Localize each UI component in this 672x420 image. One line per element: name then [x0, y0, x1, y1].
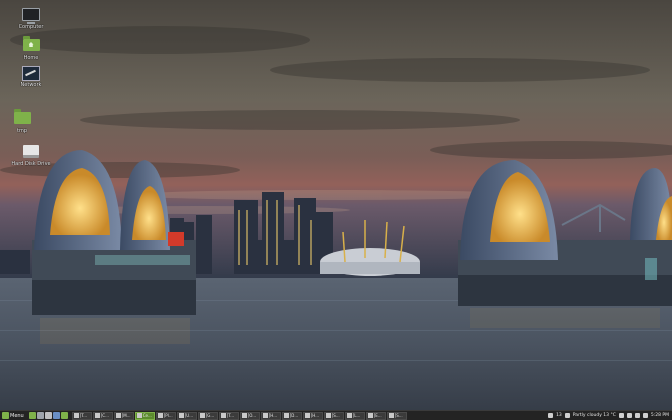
drive-icon: [22, 145, 40, 159]
window-icon: [262, 413, 268, 418]
window-icon: [136, 413, 142, 418]
window-icon: [367, 413, 373, 418]
task-button[interactable]: [T...: [218, 411, 239, 420]
menu-button[interactable]: Menu: [0, 411, 26, 420]
task-button[interactable]: [H...: [302, 411, 323, 420]
window-icon: [220, 413, 226, 418]
task-button[interactable]: [T...: [71, 411, 92, 420]
terminal-launcher-icon[interactable]: [36, 412, 44, 419]
window-icon: [325, 413, 331, 418]
folder-icon: [13, 109, 31, 126]
desktop-icon-home[interactable]: Home: [11, 36, 51, 61]
task-button[interactable]: [M...: [113, 411, 134, 420]
desktop-wallpaper: [0, 0, 672, 410]
network-tray-icon[interactable]: [618, 413, 624, 418]
taskbar: Menu [T... [C... [M... Ce... [Pl... [U..…: [0, 410, 672, 420]
task-label: [T...: [226, 413, 235, 418]
task-label: [U...: [184, 413, 194, 418]
task-label: [L...: [352, 413, 361, 418]
desktop-icon-computer[interactable]: Computer: [11, 8, 51, 30]
window-icon: [94, 413, 100, 418]
task-button[interactable]: [S...: [386, 411, 407, 420]
desktop-icon-label: Hard Disk Drive: [11, 161, 51, 167]
desktop-icon-label: Computer: [18, 24, 44, 30]
files-launcher-icon[interactable]: [44, 412, 52, 419]
weather-icon[interactable]: [564, 413, 570, 418]
clock[interactable]: 5:28 PM: [651, 413, 669, 418]
quick-launch: [28, 412, 68, 419]
task-label: [E...: [373, 413, 382, 418]
task-button-active[interactable]: Ce...: [134, 411, 155, 420]
task-label: [C...: [100, 413, 109, 418]
network-icon: [22, 66, 40, 81]
task-label: [O...: [247, 413, 257, 418]
window-icon: [73, 413, 79, 418]
computer-icon: [22, 8, 40, 22]
task-label: [H...: [268, 413, 278, 418]
task-label: [S...: [331, 413, 340, 418]
window-icon: [157, 413, 163, 418]
window-icon: [304, 413, 310, 418]
window-icon: [283, 413, 289, 418]
task-label: [G...: [205, 413, 215, 418]
task-label: Ce...: [142, 413, 152, 418]
battery-icon[interactable]: [634, 413, 640, 418]
task-button[interactable]: [G...: [197, 411, 218, 420]
browser-launcher-icon[interactable]: [52, 412, 60, 419]
desktop-icon-label: Home: [23, 55, 39, 61]
task-label: [H...: [310, 413, 320, 418]
task-button[interactable]: [U...: [176, 411, 197, 420]
task-label: [M...: [121, 413, 131, 418]
task-button[interactable]: [E...: [365, 411, 386, 420]
window-icon: [388, 413, 394, 418]
desktop-icon-label: tmp: [16, 128, 27, 134]
system-tray: 13 Partly cloudy 13 °C 5:28 PM: [548, 413, 672, 418]
window-list: [T... [C... [M... Ce... [Pl... [U... [G.…: [71, 411, 407, 420]
task-label: [S...: [394, 413, 403, 418]
window-icon: [178, 413, 184, 418]
task-label: [T...: [79, 413, 88, 418]
task-button[interactable]: [H...: [260, 411, 281, 420]
window-icon: [346, 413, 352, 418]
task-label: [D...: [289, 413, 299, 418]
desktop-icon-network[interactable]: Network: [11, 66, 51, 88]
window-icon: [241, 413, 247, 418]
desktop-icon-tmp[interactable]: tmp: [2, 109, 42, 134]
volume-icon[interactable]: [626, 413, 632, 418]
task-button[interactable]: [C...: [92, 411, 113, 420]
workspace-count[interactable]: 13: [556, 413, 562, 418]
task-label: [Pl...: [163, 413, 173, 418]
weather-applet[interactable]: Partly cloudy 13 °C: [573, 413, 616, 418]
folder-launcher-icon[interactable]: [60, 412, 68, 419]
menu-label: Menu: [10, 412, 24, 419]
task-button[interactable]: [S...: [323, 411, 344, 420]
task-button[interactable]: [L...: [344, 411, 365, 420]
desktop-icon-label: Network: [20, 82, 42, 88]
show-desktop-icon[interactable]: [28, 412, 36, 419]
window-icon: [199, 413, 205, 418]
mint-logo-icon: [2, 412, 9, 419]
settings-icon[interactable]: [548, 413, 554, 418]
power-icon[interactable]: [642, 413, 648, 418]
task-button[interactable]: [D...: [281, 411, 302, 420]
home-folder-icon: [22, 36, 40, 53]
window-icon: [115, 413, 121, 418]
desktop-icon-drive[interactable]: Hard Disk Drive: [11, 142, 51, 167]
task-button[interactable]: [O...: [239, 411, 260, 420]
task-button[interactable]: [Pl...: [155, 411, 176, 420]
